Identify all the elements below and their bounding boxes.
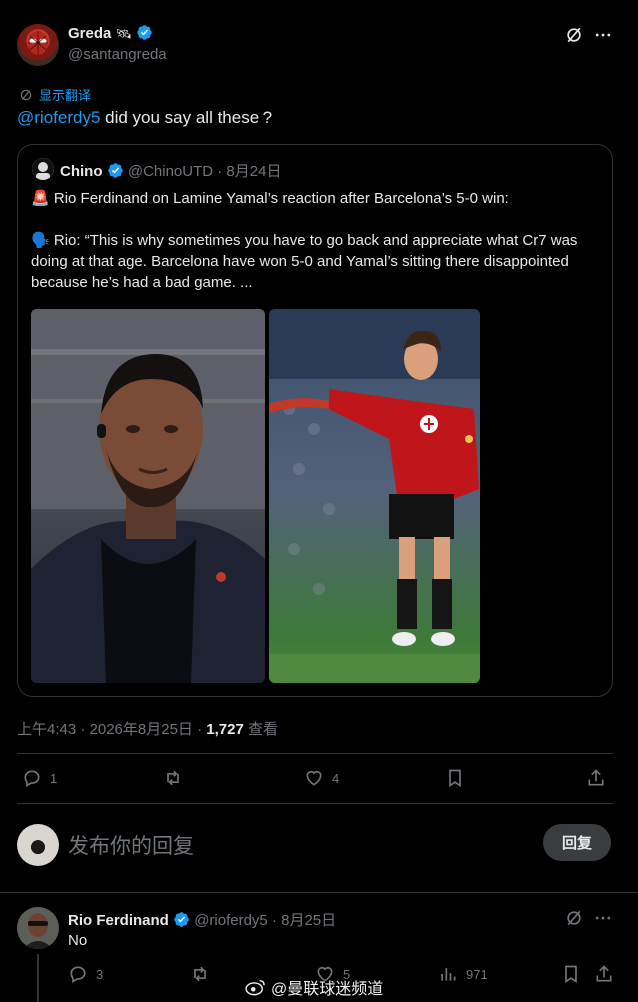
- reply-button[interactable]: 回复: [543, 824, 611, 861]
- bookmark-icon: [449, 769, 461, 788]
- reply-reply-count: 3: [96, 966, 104, 982]
- post-meta: 上午4:43 · 2026年8月25日 · 1,727 查看: [17, 718, 278, 739]
- reply-thread-line: [37, 954, 39, 1002]
- reply-text: No: [68, 932, 88, 949]
- author-avatar[interactable]: [17, 24, 59, 66]
- reply-input[interactable]: 发布你的回复: [68, 830, 194, 860]
- bookmark-icon: [565, 965, 577, 984]
- quoted-image-rio[interactable]: [31, 309, 265, 683]
- mention-link[interactable]: @rioferdy5: [17, 108, 100, 127]
- like-count: 4: [332, 770, 340, 786]
- reply-author-avatar[interactable]: [17, 907, 59, 949]
- repost-icon: [167, 770, 179, 786]
- quoted-author-avatar: [32, 158, 54, 180]
- reply-share-action[interactable]: [594, 964, 614, 984]
- translate-label: 显示翻译: [39, 88, 92, 103]
- reply-date[interactable]: · 8月25日: [268, 912, 336, 929]
- reply-verified-badge-icon: [174, 912, 189, 927]
- reply-view-count: 971: [466, 966, 488, 982]
- ronaldo-photo: [269, 309, 480, 683]
- more-options-icon[interactable]: [591, 24, 615, 46]
- views-label: 查看: [243, 721, 278, 738]
- reply-bookmark-action[interactable]: [561, 964, 581, 984]
- post-timestamp[interactable]: 上午4:43 · 2026年8月25日 ·: [17, 721, 206, 738]
- reply-author-handle[interactable]: @rioferdy5: [194, 912, 268, 929]
- weibo-logo-icon: [245, 979, 265, 996]
- reply-author-name[interactable]: Rio Ferdinand: [68, 912, 169, 929]
- reply-icon: [70, 966, 86, 983]
- author-name[interactable]: Greda: [68, 25, 111, 42]
- divider: [0, 892, 638, 893]
- quoted-line-2: 🗣️ Rio: “This is why sometimes you have …: [31, 232, 578, 291]
- like-action[interactable]: 4: [304, 768, 339, 788]
- reply-icon: [24, 770, 40, 787]
- post-text: @rioferdy5 did you say all these ?: [17, 108, 272, 128]
- reply-views-action[interactable]: 971: [438, 964, 488, 984]
- heart-icon: [306, 770, 322, 786]
- author-handle[interactable]: @santangreda: [68, 46, 167, 63]
- translate-icon: [20, 89, 32, 100]
- watermark-text: @曼联球迷频道: [271, 981, 384, 998]
- reply-action[interactable]: 1: [22, 768, 57, 788]
- quoted-author-name: Chino: [60, 163, 103, 180]
- speaking-emoji: 🗣️: [31, 232, 50, 249]
- reply-more-options-icon[interactable]: [591, 907, 615, 929]
- current-user-avatar[interactable]: [17, 824, 59, 866]
- divider: [17, 803, 613, 804]
- divider: [17, 753, 613, 754]
- views-icon: [441, 968, 456, 981]
- repost-action[interactable]: [163, 768, 191, 788]
- repost-icon: [194, 966, 206, 982]
- share-action[interactable]: [586, 768, 606, 788]
- view-count: 1,727: [206, 721, 244, 738]
- post-body: did you say all these ?: [100, 108, 273, 127]
- quoted-verified-badge-icon: [107, 163, 123, 178]
- grok-icon[interactable]: [562, 24, 586, 46]
- reply-grok-icon[interactable]: [562, 907, 586, 929]
- show-translation[interactable]: 显示翻译: [19, 85, 91, 104]
- reply-count: 1: [50, 770, 58, 786]
- quoted-date: · 8月24日: [213, 163, 282, 180]
- bookmark-action[interactable]: [445, 768, 465, 788]
- quoted-author-handle: @ChinoUTD: [127, 163, 214, 180]
- share-icon: [596, 965, 612, 982]
- rio-photo: [31, 309, 265, 683]
- watermark: @曼联球迷频道: [245, 975, 383, 999]
- verified-badge-icon: [137, 25, 152, 40]
- siren-emoji: 🚨: [31, 190, 50, 207]
- reply-repost-action[interactable]: [190, 964, 218, 984]
- quoted-line-1: 🚨 Rio Ferdinand on Lamine Yamal’s reacti…: [31, 190, 509, 207]
- share-icon: [588, 769, 604, 786]
- reply-reply-action[interactable]: 3: [68, 964, 103, 984]
- satellite-emoji: 🛰: [115, 26, 133, 41]
- quoted-image-ronaldo[interactable]: [269, 309, 480, 683]
